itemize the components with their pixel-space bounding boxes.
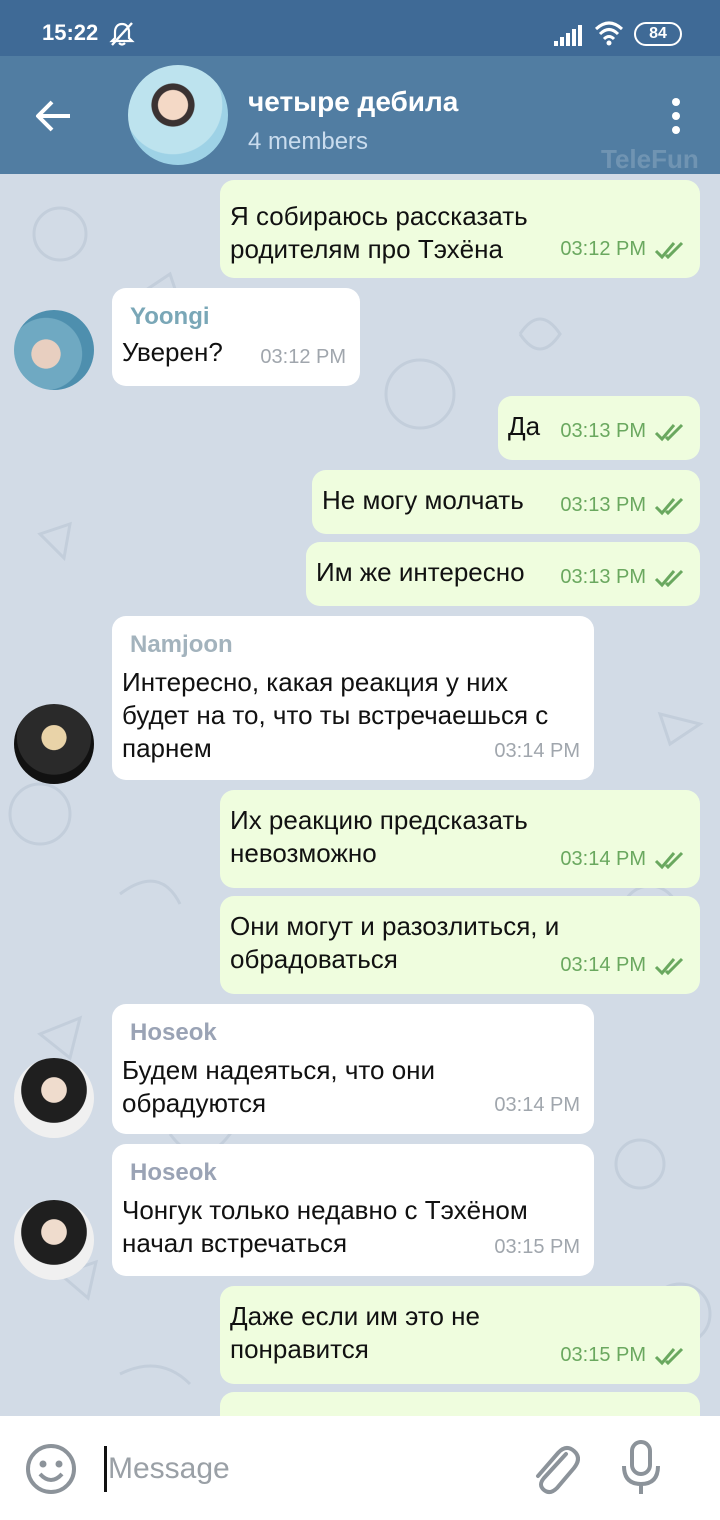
wifi-icon [594, 21, 624, 46]
sender-avatar[interactable] [14, 310, 94, 390]
double-check-icon [654, 1347, 684, 1365]
message-text: Да [508, 411, 541, 441]
chat-header: четыре дебила 4 members TeleFun [0, 56, 720, 174]
message-meta: 03:13 PM [560, 415, 686, 448]
message-bubble-incoming[interactable]: Yoongi Уверен? 03:12 PM [112, 288, 360, 386]
status-time: 15:22 [42, 20, 99, 45]
message-time: 03:13 PM [560, 420, 646, 442]
message-bubble-outgoing[interactable]: Да 03:13 PM [498, 396, 700, 460]
microphone-icon[interactable] [620, 1438, 662, 1498]
message-time: 03:13 PM [560, 566, 646, 588]
message-time: 03:14 PM [560, 848, 646, 870]
sender-name[interactable]: Hoseok [130, 1156, 217, 1189]
message-bubble-outgoing[interactable]: Их реакцию предсказать невозможно 03:14 P… [220, 790, 700, 888]
member-count: 4 members [248, 128, 369, 155]
double-check-icon [654, 569, 684, 587]
message-meta: 03:14 PM [560, 843, 686, 876]
message-time: 03:14 PM [494, 740, 580, 762]
message-text: Я собираюсь рассказать родителям про Тэхё… [230, 201, 528, 264]
message-composer: Message [0, 1416, 720, 1520]
message-time: 03:12 PM [560, 238, 646, 260]
message-meta: 03:14 PM [494, 735, 580, 768]
message-bubble-outgoing[interactable]: Не могу молчать 03:13 PM [312, 470, 700, 534]
sender-avatar[interactable] [14, 1200, 94, 1280]
group-avatar[interactable] [128, 65, 228, 165]
message-list[interactable]: Я собираюсь рассказать родителям про Тэхё… [0, 174, 720, 1416]
double-check-icon [654, 851, 684, 869]
sender-name[interactable]: Yoongi [130, 300, 210, 333]
message-meta: 03:12 PM [260, 341, 346, 374]
signal-icon [554, 25, 582, 46]
message-bubble-incoming[interactable]: Hoseok Будем надеяться, что они обрадуютс… [112, 1004, 594, 1134]
message-time: 03:15 PM [560, 1344, 646, 1366]
message-meta: 03:14 PM [560, 949, 686, 982]
message-meta: 03:14 PM [494, 1089, 580, 1122]
sender-avatar[interactable] [14, 1058, 94, 1138]
sender-name[interactable]: Hoseok [130, 1016, 217, 1049]
message-text: Чонгук только недавно с Тэхёном начал вст… [122, 1195, 528, 1258]
battery-indicator: 84 [634, 22, 682, 46]
double-check-icon [654, 497, 684, 515]
message-time: 03:14 PM [560, 954, 646, 976]
paperclip-icon[interactable] [528, 1438, 580, 1498]
message-meta: 03:12 PM [560, 233, 686, 266]
message-text: Не могу молчать [322, 485, 524, 515]
double-check-icon [654, 241, 684, 259]
message-text: Интересно, какая реакция у них будет на т… [122, 667, 549, 763]
back-arrow-icon[interactable] [32, 94, 76, 138]
message-text: Они могут и разозлиться, и обрадоваться [230, 911, 560, 974]
message-meta: 03:15 PM [560, 1339, 686, 1372]
watermark: TeleFun [601, 144, 699, 174]
message-text: Уверен? [122, 337, 223, 367]
sender-name[interactable]: Namjoon [130, 628, 233, 661]
text-cursor [104, 1446, 107, 1492]
double-check-icon [654, 423, 684, 441]
message-time: 03:12 PM [260, 346, 346, 368]
message-time: 03:13 PM [560, 494, 646, 516]
message-bubble-outgoing[interactable]: Они могут и разозлиться, и обрадоваться 0… [220, 896, 700, 994]
message-time: 03:14 PM [494, 1094, 580, 1116]
emoji-icon[interactable] [24, 1442, 78, 1496]
bell-muted-icon [109, 22, 135, 46]
message-meta: 03:15 PM [494, 1231, 580, 1264]
message-text: Их реакцию предсказать невозможно [230, 805, 528, 868]
message-input[interactable]: Message [108, 1452, 230, 1486]
message-meta: 03:13 PM [560, 489, 686, 522]
message-text: Будем надеяться, что они обрадуются [122, 1055, 436, 1118]
message-bubble-outgoing[interactable]: Я собираюсь рассказать родителям про Тэхё… [220, 180, 700, 278]
message-meta: 03:13 PM [560, 561, 686, 594]
chat-title[interactable]: четыре дебила [248, 86, 458, 118]
message-bubble-incoming[interactable]: Hoseok Чонгук только недавно с Тэхёном на… [112, 1144, 594, 1276]
message-text: Им же интересно [316, 557, 525, 587]
message-text: Даже если им это не понравится [230, 1301, 480, 1364]
sender-avatar[interactable] [14, 704, 94, 784]
status-bar: 15:22 84 [0, 0, 720, 56]
message-time: 03:15 PM [494, 1236, 580, 1258]
message-bubble-outgoing[interactable]: Даже если им это не понравится 03:15 PM [220, 1286, 700, 1384]
message-bubble-outgoing-partial[interactable] [220, 1392, 700, 1416]
message-bubble-incoming[interactable]: Namjoon Интересно, какая реакция у них бу… [112, 616, 594, 780]
double-check-icon [654, 957, 684, 975]
more-vertical-icon[interactable] [664, 96, 688, 136]
message-bubble-outgoing[interactable]: Им же интересно 03:13 PM [306, 542, 700, 606]
